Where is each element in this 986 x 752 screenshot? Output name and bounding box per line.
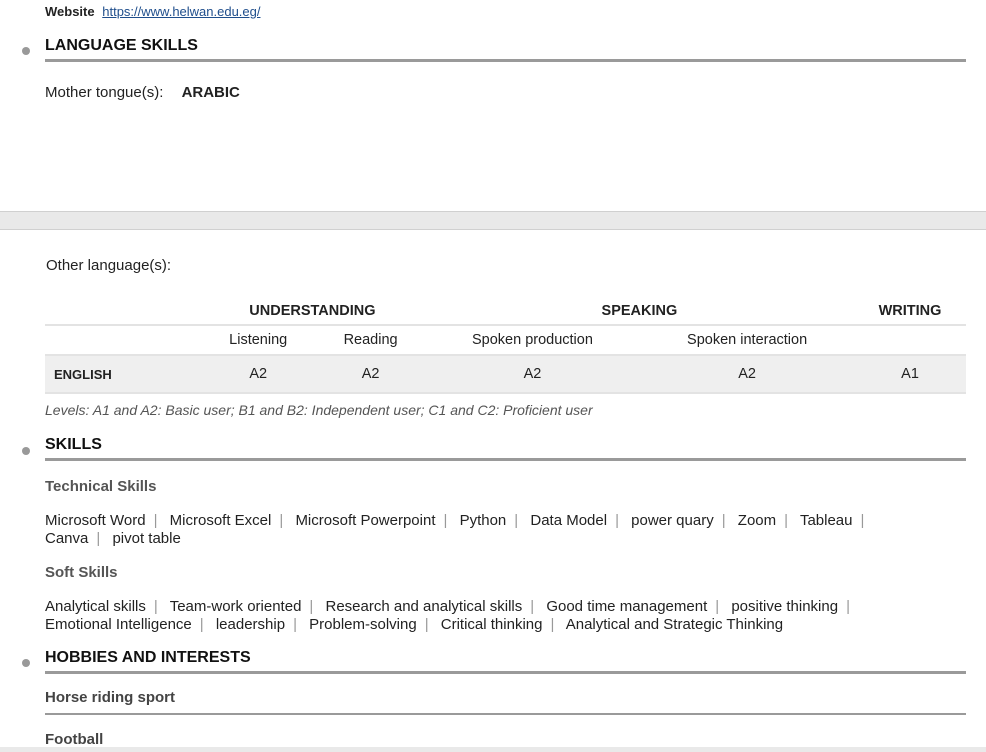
section-title-skills: SKILLS: [45, 436, 966, 461]
separator: |: [715, 598, 720, 615]
technical-skills-title: Technical Skills: [45, 478, 157, 495]
mother-tongue: Mother tongue(s): ARABIC: [45, 84, 240, 101]
skill-item: leadership: [215, 616, 286, 633]
separator: |: [721, 512, 726, 529]
skill-item: Critical thinking: [440, 616, 543, 633]
level-cell: A2: [200, 355, 317, 394]
skill-item: Canva: [45, 530, 89, 547]
separator: |: [550, 616, 555, 633]
separator: |: [846, 598, 850, 615]
technical-skills-list: Microsoft Word | Microsoft Excel | Microso…: [45, 512, 925, 548]
separator: |: [153, 598, 158, 615]
separator: |: [293, 616, 297, 633]
skill-item: Analytical skills: [45, 598, 146, 615]
levels-note: Levels: A1 and A2: Basic user; B1 and B2…: [45, 402, 593, 418]
group-understanding: UNDERSTANDING: [200, 298, 425, 326]
skill-item: positive thinking: [731, 598, 839, 615]
bullet-icon: [22, 447, 30, 455]
separator: |: [424, 616, 429, 633]
mother-tongue-value: ARABIC: [181, 84, 240, 101]
separator: |: [279, 512, 284, 529]
soft-skills-list: Analytical skills | Team-work oriented | R…: [45, 598, 905, 634]
language-table: UNDERSTANDING SPEAKING WRITING Listening…: [45, 298, 966, 394]
website-label: Website: [45, 4, 95, 19]
separator: |: [514, 512, 519, 529]
subheader-spoken-interaction: Spoken interaction: [640, 325, 855, 356]
skill-item: Emotional Intelligence: [45, 616, 192, 633]
table-row: ENGLISH A2 A2 A2 A2 A1: [45, 355, 966, 394]
separator: |: [860, 512, 865, 529]
soft-skills-title: Soft Skills: [45, 564, 118, 581]
subheader-reading: Reading: [316, 325, 425, 356]
subheader-listening: Listening: [200, 325, 317, 356]
group-speaking: SPEAKING: [424, 298, 855, 326]
separator: |: [530, 598, 535, 615]
separator: |: [784, 512, 789, 529]
skill-item: Zoom: [737, 512, 777, 529]
skill-item: Problem-solving: [309, 616, 417, 633]
page-1: Website https://www.helwan.edu.eg/ LANGU…: [0, 0, 986, 212]
separator: |: [199, 616, 204, 633]
separator: |: [443, 512, 448, 529]
section-title-hobbies: HOBBIES AND INTERESTS: [45, 649, 966, 674]
website-line: Website https://www.helwan.edu.eg/: [45, 4, 261, 19]
subheader-spoken-production: Spoken production: [424, 325, 641, 356]
hobby-item: Horse riding sport: [45, 689, 966, 715]
level-cell: A2: [424, 355, 641, 394]
skill-item: Microsoft Powerpoint: [295, 512, 436, 529]
group-writing: WRITING: [854, 298, 966, 326]
separator: |: [96, 530, 101, 547]
separator: |: [309, 598, 314, 615]
mother-tongue-label: Mother tongue(s):: [45, 84, 164, 101]
separator: |: [615, 512, 619, 529]
skill-item: Microsoft Word: [45, 512, 146, 529]
skill-item: Tableau: [799, 512, 853, 529]
hobby-item: Football: [45, 731, 104, 748]
skill-item: Team-work oriented: [169, 598, 302, 615]
bullet-icon: [22, 47, 30, 55]
skill-item: Good time management: [546, 598, 708, 615]
skill-item: pivot table: [112, 530, 181, 547]
other-languages-label: Other language(s):: [46, 257, 172, 274]
level-cell: A2: [640, 355, 855, 394]
website-link[interactable]: https://www.helwan.edu.eg/: [102, 4, 260, 19]
skill-item: Research and analytical skills: [325, 598, 523, 615]
bullet-icon: [22, 659, 30, 667]
skill-item: Microsoft Excel: [169, 512, 272, 529]
skill-item: power quary: [631, 512, 714, 529]
level-cell: A1: [854, 355, 966, 394]
skill-item: Data Model: [530, 512, 608, 529]
language-name: ENGLISH: [45, 355, 200, 394]
level-cell: A2: [316, 355, 425, 394]
section-title-language-skills: LANGUAGE SKILLS: [45, 37, 966, 62]
skill-item: Python: [459, 512, 507, 529]
separator: |: [153, 512, 158, 529]
page-2: Other language(s): UNDERSTANDING SPEAKIN…: [0, 229, 986, 748]
skill-item: Analytical and Strategic Thinking: [565, 616, 784, 633]
